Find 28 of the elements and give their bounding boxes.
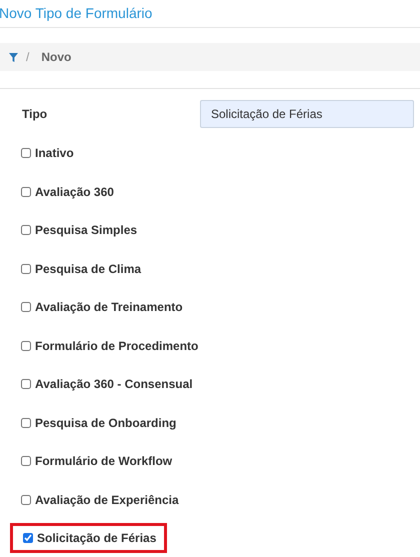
checkbox-label: Avaliação 360 - Consensual [35,376,193,394]
checkbox-label: Pesquisa de Clima [35,260,142,278]
breadcrumb-current: Novo [41,49,72,66]
checkbox-label: Formulário de Procedimento [35,338,198,355]
breadcrumb-separator: / [26,49,30,66]
field-label: Tipo [22,106,48,123]
checkbox-label: Solicitação de Férias [37,530,156,548]
checkbox[interactable] [21,148,31,158]
checkbox[interactable] [21,302,31,312]
filter-icon[interactable] [9,52,18,62]
checkbox-label: Inativo [35,145,74,162]
checkbox[interactable] [21,340,31,351]
checkbox-label: Avaliação de Treinamento [35,299,183,316]
checkbox[interactable] [21,456,31,466]
checkbox[interactable] [21,418,31,428]
type-field[interactable]: Solicitação de Férias [200,100,414,128]
checkbox[interactable] [21,225,31,236]
checkbox-label: Pesquisa Simples [35,222,138,240]
checkbox[interactable] [21,494,31,505]
checkbox-label: Avaliação de Experiência [35,492,179,509]
checkbox-label: Pesquisa de Onboarding [35,414,176,432]
checkbox[interactable] [21,186,31,197]
checkbox[interactable] [23,533,33,544]
page-title: Novo Tipo de Formulário [0,4,152,23]
checkbox[interactable] [21,264,31,274]
checkbox-label: Avaliação 360 [35,184,114,201]
checkbox[interactable] [21,379,31,390]
checkbox-label: Formulário de Workflow [35,453,172,470]
